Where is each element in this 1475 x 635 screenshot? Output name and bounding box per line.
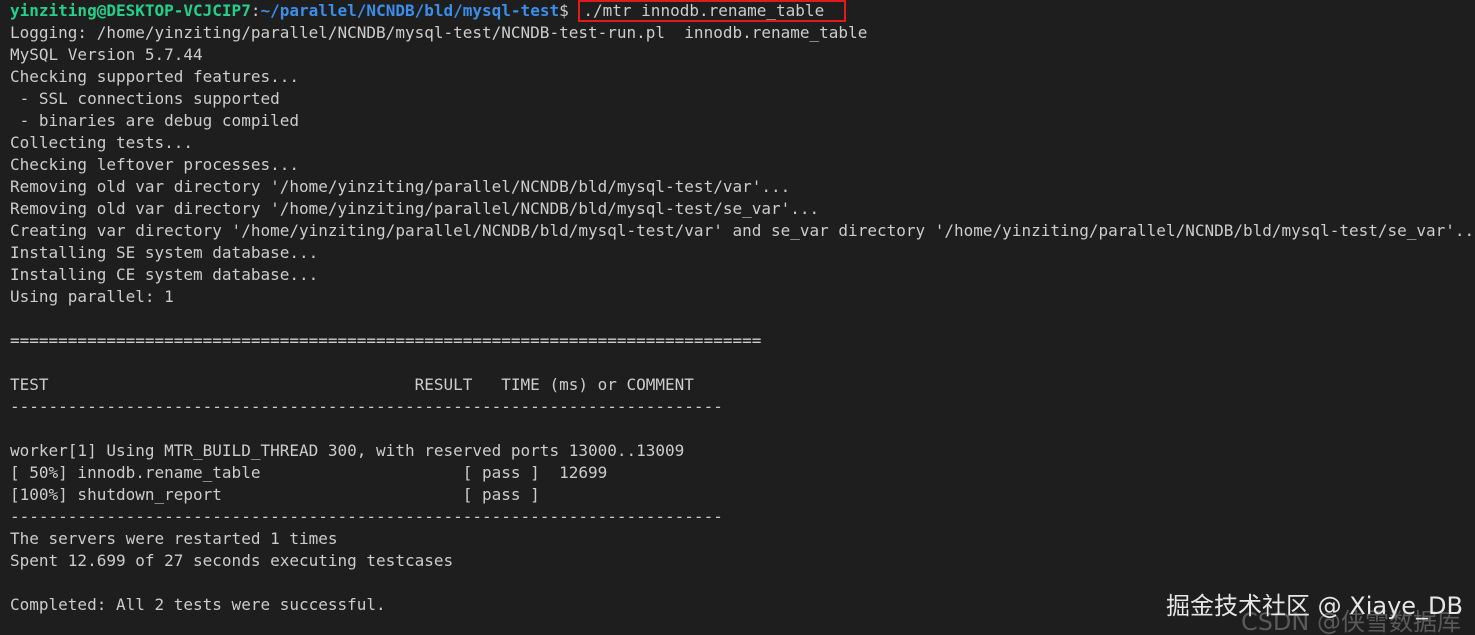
output-line-mysql-version: MySQL Version 5.7.44 <box>10 45 203 64</box>
output-line-blank <box>10 308 1475 330</box>
output-line-remove-var: Removing old var directory '/home/yinzit… <box>10 177 791 196</box>
output-line-install-ce: Installing CE system database... <box>10 265 319 284</box>
prompt-dollar: $ <box>559 1 569 20</box>
output-line-test-shutdown-report: [100%] shutdown_report [ pass ] <box>10 485 540 504</box>
highlighted-command: ./mtr innodb.rename_table <box>578 0 847 22</box>
prompt-path: ~/parallel/NCNDB/bld/mysql-test <box>260 1 560 20</box>
output-line-parallel: Using parallel: 1 <box>10 287 174 306</box>
output-line-worker: worker[1] Using MTR_BUILD_THREAD 300, wi… <box>10 441 685 460</box>
output-line-remove-se-var: Removing old var directory '/home/yinzit… <box>10 199 820 218</box>
output-line-ssl: - SSL connections supported <box>10 89 280 108</box>
output-line-leftover: Checking leftover processes... <box>10 155 299 174</box>
output-line-divider: ----------------------------------------… <box>10 507 723 526</box>
output-line-table-header: TEST RESULT TIME (ms) or COMMENT <box>10 375 694 394</box>
watermark-juejin: 掘金技术社区 @ Xiaye_DB <box>1166 592 1463 620</box>
output-line-logging: Logging: /home/yinziting/parallel/NCNDB/… <box>10 23 868 42</box>
output-line-blank <box>10 418 1475 440</box>
output-line-restarted: The servers were restarted 1 times <box>10 529 338 548</box>
output-line-debug: - binaries are debug compiled <box>10 111 299 130</box>
output-line-spent: Spent 12.699 of 27 seconds executing tes… <box>10 551 454 570</box>
output-line-divider: ----------------------------------------… <box>10 397 723 416</box>
output-line-collecting: Collecting tests... <box>10 133 194 152</box>
output-line-blank <box>10 352 1475 374</box>
output-line-create-var: Creating var directory '/home/yinziting/… <box>10 221 1475 240</box>
output-line-blank <box>10 572 1475 594</box>
prompt-line: yinziting@DESKTOP-VCJCIP7:~/parallel/NCN… <box>10 0 1475 22</box>
output-line-test-rename-table: [ 50%] innodb.rename_table [ pass ] 1269… <box>10 463 608 482</box>
terminal-window[interactable]: yinziting@DESKTOP-VCJCIP7:~/parallel/NCN… <box>0 0 1475 635</box>
output-line-install-se: Installing SE system database... <box>10 243 319 262</box>
output-line-checking-features: Checking supported features... <box>10 67 299 86</box>
prompt-user-host: yinziting@DESKTOP-VCJCIP7 <box>10 1 251 20</box>
output-line-separator: ========================================… <box>10 331 762 350</box>
